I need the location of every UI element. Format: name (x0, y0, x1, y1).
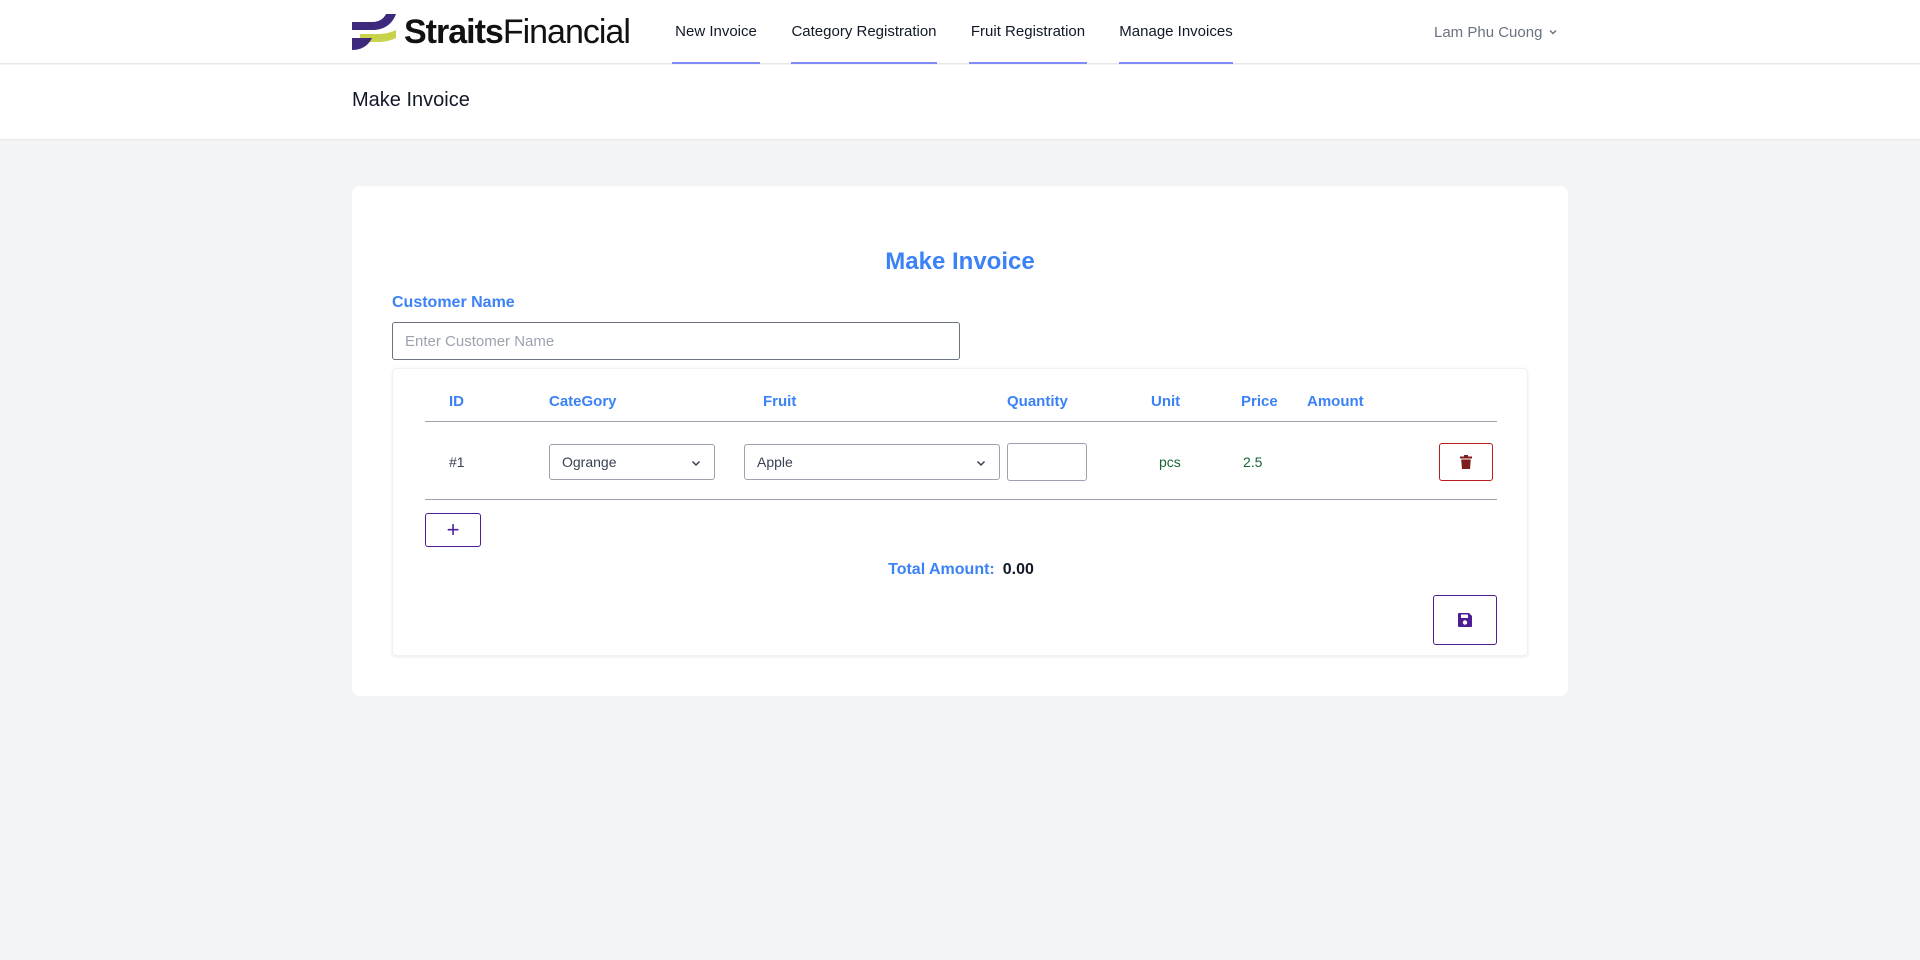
straits-logo-icon (352, 14, 396, 50)
total-amount-value: 0.00 (1002, 561, 1034, 578)
col-header-quantity: Quantity (1007, 393, 1068, 410)
user-menu[interactable]: Lam Phu Cuong (1434, 20, 1558, 44)
nav-fruit-registration[interactable]: Fruit Registration (969, 0, 1087, 64)
row-id: #1 (449, 454, 465, 470)
customer-name-label: Customer Name (392, 294, 515, 311)
nav-manage-invoices[interactable]: Manage Invoices (1119, 0, 1233, 64)
trash-icon (1460, 455, 1472, 469)
fruit-select-value: Apple (757, 454, 793, 470)
nav-new-invoice[interactable]: New Invoice (672, 0, 760, 64)
brand-logo[interactable]: StraitsFinancial (352, 13, 631, 51)
user-name: Lam Phu Cuong (1434, 23, 1543, 41)
page-title: Make Invoice (352, 89, 470, 111)
row-divider (425, 499, 1497, 500)
quantity-input[interactable] (1007, 443, 1087, 481)
invoice-items-panel: ID CateGory Fruit Quantity Unit Price Am… (392, 368, 1528, 656)
col-header-id: ID (449, 393, 464, 410)
form-title: Make Invoice (885, 248, 1035, 275)
chevron-down-icon (976, 460, 986, 467)
header-divider (425, 421, 1497, 422)
brand-name: StraitsFinancial (404, 13, 631, 51)
col-header-fruit: Fruit (763, 393, 797, 410)
chevron-down-icon (1549, 30, 1557, 35)
delete-row-button[interactable] (1439, 443, 1493, 481)
col-header-amount: Amount (1307, 393, 1364, 410)
total-amount: Total Amount: 0.00 (393, 561, 1529, 579)
col-header-unit: Unit (1151, 393, 1181, 410)
floppy-disk-icon (1458, 613, 1472, 627)
total-amount-label: Total Amount: (888, 561, 995, 578)
category-select-value: Ograngе (562, 454, 617, 470)
col-header-category: CateGory (549, 393, 617, 410)
save-invoice-button[interactable] (1433, 595, 1497, 645)
plus-icon: + (446, 517, 460, 542)
page-header: Make Invoice (0, 65, 1920, 139)
row-price: 2.5 (1243, 454, 1263, 470)
fruit-select[interactable]: Apple (744, 444, 1000, 480)
invoice-card: Make Invoice Customer Name ID CateGory F… (352, 186, 1568, 696)
top-navbar: StraitsFinancial New Invoice Category Re… (0, 0, 1920, 64)
col-header-price: Price (1241, 393, 1278, 410)
customer-name-input[interactable] (392, 322, 960, 360)
row-unit: pcs (1159, 454, 1181, 470)
category-select[interactable]: Ograngе (549, 444, 715, 480)
nav-category-registration[interactable]: Category Registration (791, 0, 937, 64)
add-row-button[interactable]: + (425, 513, 481, 547)
chevron-down-icon (691, 460, 701, 467)
